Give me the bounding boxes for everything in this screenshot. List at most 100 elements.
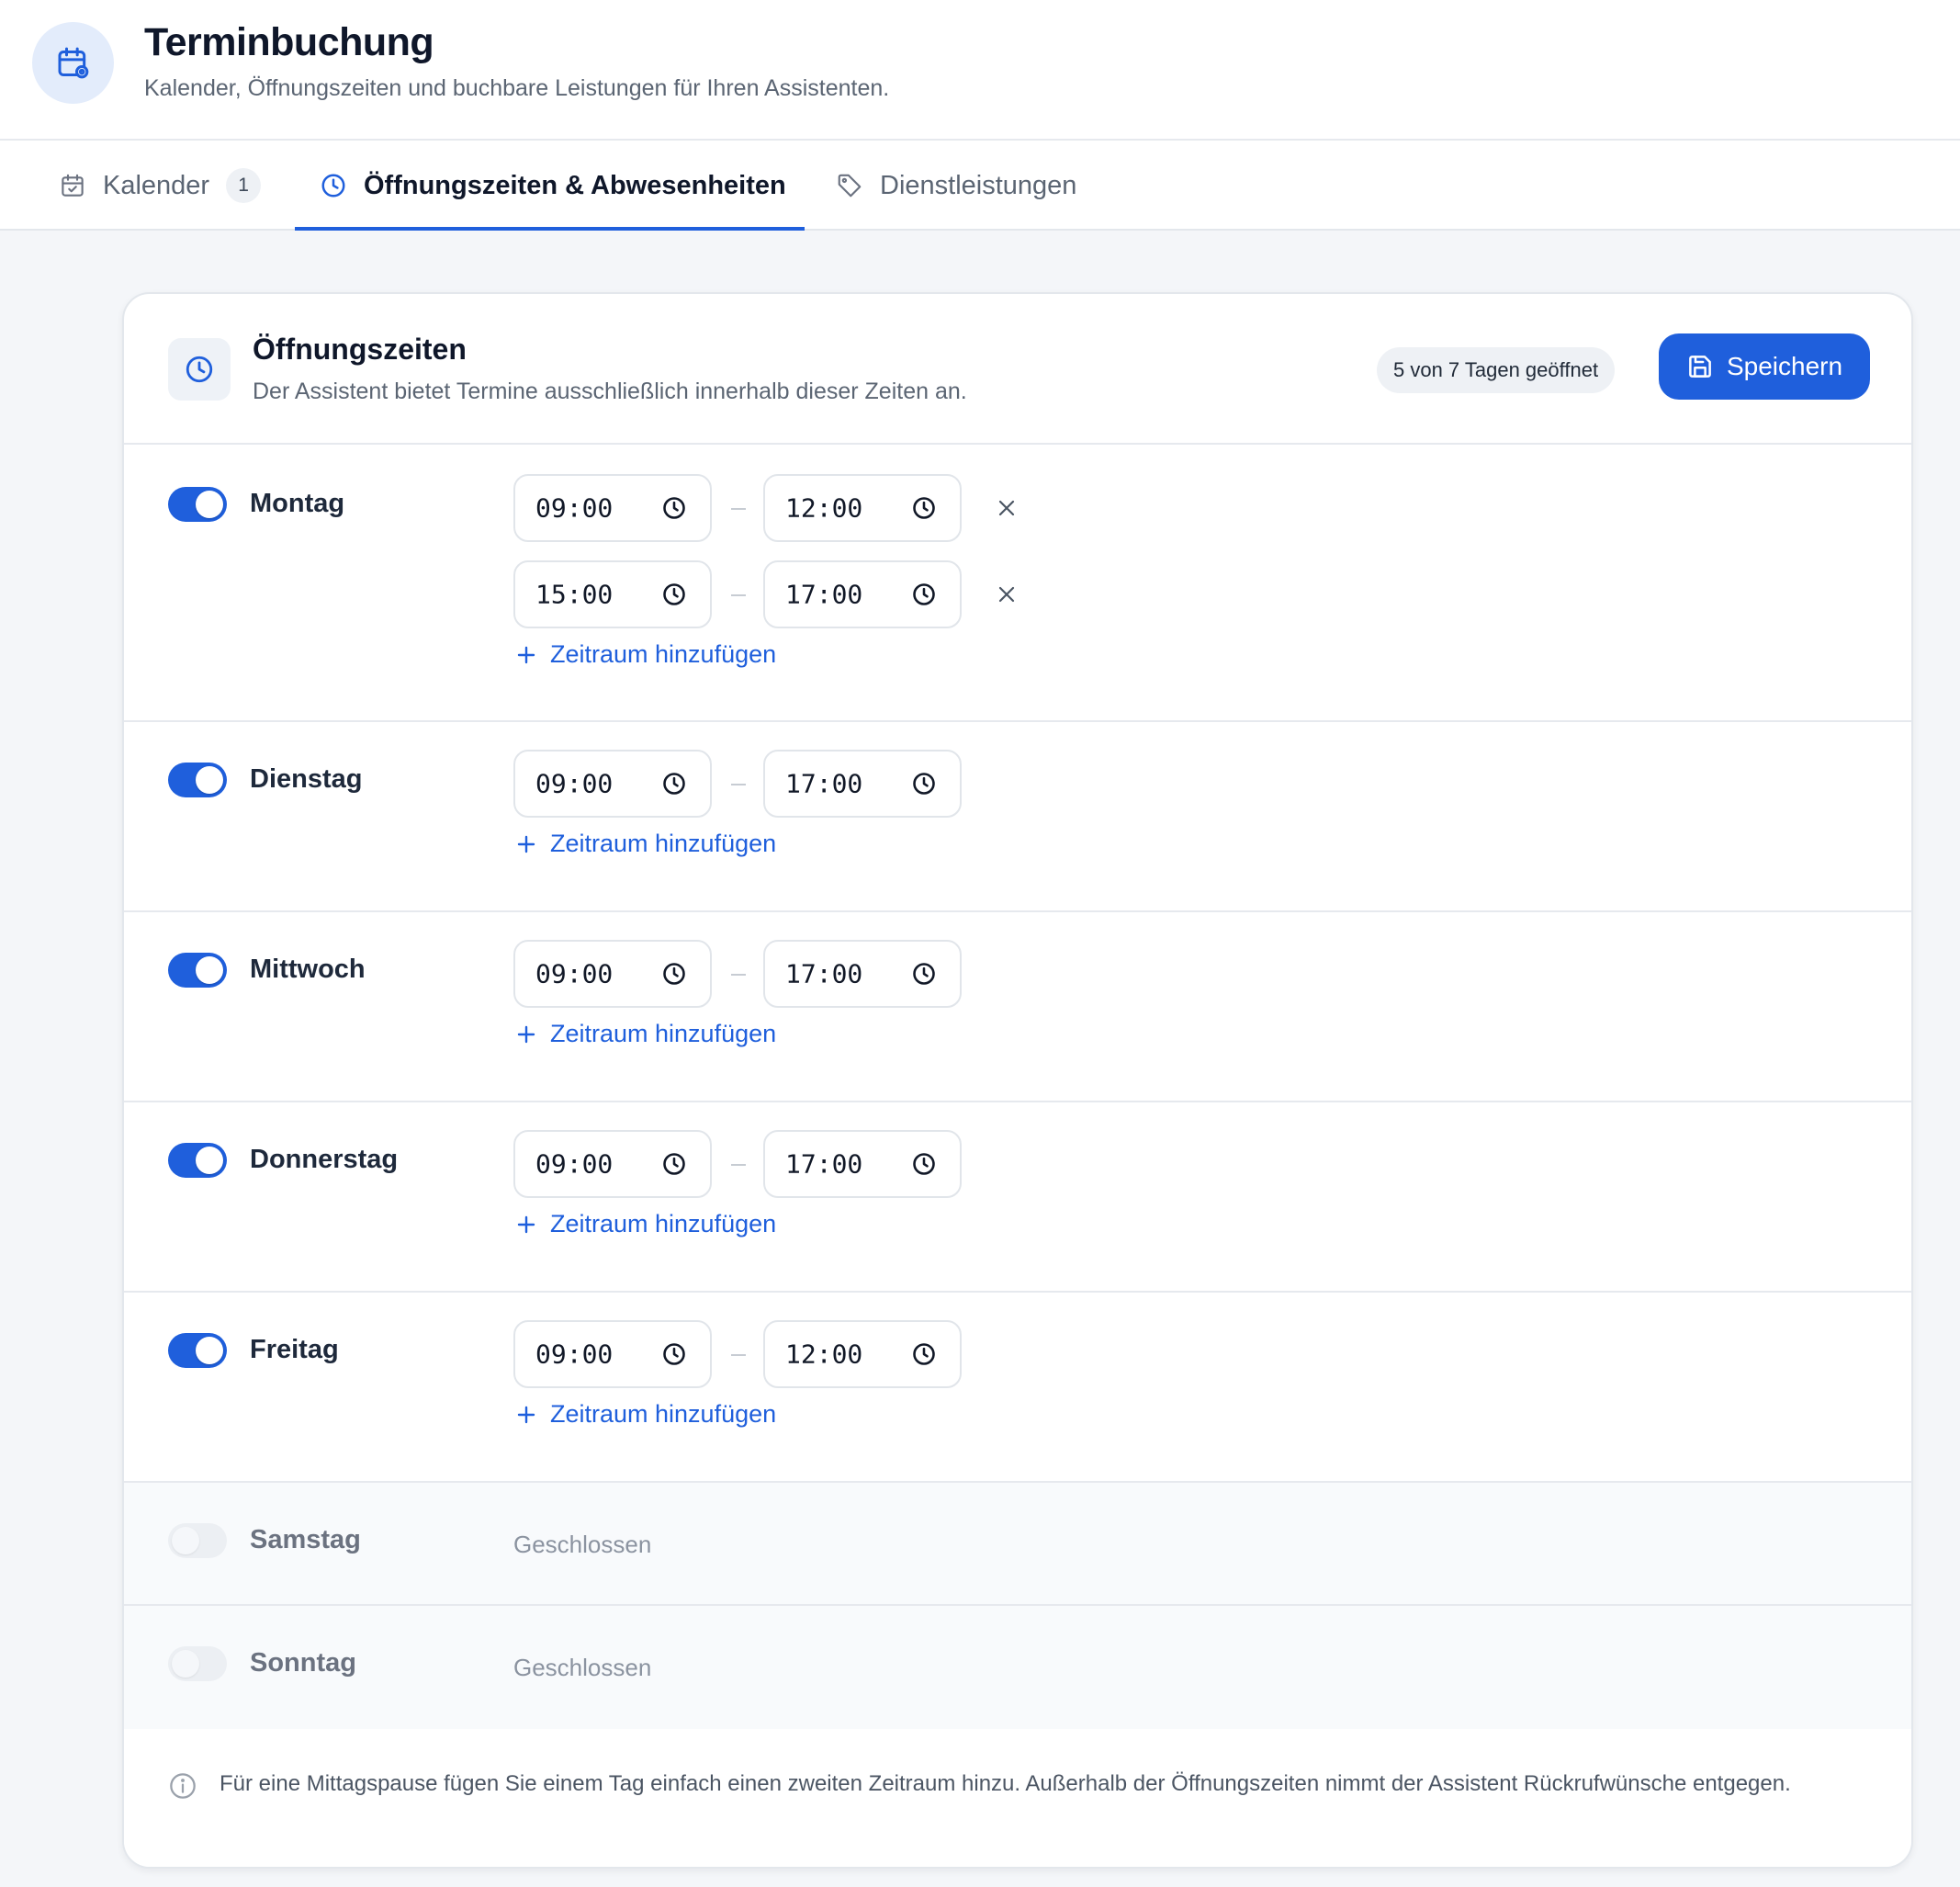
end-time-input[interactable]: 17:00 [763,1130,962,1198]
add-range-button[interactable]: Zeitraum hinzufügen [515,1020,776,1048]
save-button[interactable]: Speichern [1659,333,1870,400]
end-time-input[interactable]: 12:00 [763,474,962,542]
active-tab-indicator [295,227,805,231]
day-name: Montag [250,489,345,518]
day-toggle[interactable] [168,953,227,988]
tab-oeffnungszeiten[interactable]: Öffnungszeiten & Abwesenheiten [320,141,786,231]
calendar-cog-icon [32,22,114,104]
time-value: 17:00 [785,958,863,989]
day-row-donnerstag: Donnerstag 09:00 17:00 Zeitraum hinzufüg… [124,1102,1911,1293]
app-header: Terminbuchung Kalender, Öffnungszeiten u… [0,0,1960,141]
day-toggle[interactable] [168,1523,227,1558]
add-range-label: Zeitraum hinzufügen [550,1020,777,1047]
day-name: Dienstag [250,764,363,794]
clock-icon [320,172,347,199]
day-name: Mittwoch [250,955,366,984]
clock-icon [168,338,231,401]
start-time-input[interactable]: 09:00 [513,750,712,818]
day-toggle[interactable] [168,1646,227,1681]
end-time-input[interactable]: 17:00 [763,560,962,628]
page-subtitle: Kalender, Öffnungszeiten und buchbare Le… [144,75,890,101]
start-time-input[interactable]: 09:00 [513,474,712,542]
tab-label: Öffnungszeiten & Abwesenheiten [364,170,786,200]
day-row-dienstag: Dienstag 09:00 17:00 Zeitraum hinzufügen [124,722,1911,912]
add-range-button[interactable]: Zeitraum hinzufügen [515,1210,776,1238]
add-range-label: Zeitraum hinzufügen [550,1210,777,1237]
day-row-montag: Montag 09:00 12:00 15:00 17:00 Zeitraum … [124,445,1911,722]
opening-hours-card: Öffnungszeiten Der Assistent bietet Term… [122,292,1913,1869]
add-range-label: Zeitraum hinzufügen [550,1400,777,1428]
add-range-label: Zeitraum hinzufügen [550,640,777,668]
day-row-sonntag: Sonntag Geschlossen [124,1606,1911,1729]
calendar-icon [59,172,86,199]
day-name: Sonntag [250,1648,356,1678]
plus-icon [515,644,537,666]
end-time-input[interactable]: 17:00 [763,940,962,1008]
clock-icon [661,771,687,797]
day-name: Donnerstag [250,1145,399,1174]
add-range-button[interactable]: Zeitraum hinzufügen [515,830,776,858]
clock-icon [911,771,937,797]
day-toggle[interactable] [168,1143,227,1178]
plus-icon [515,1214,537,1236]
day-toggle[interactable] [168,1333,227,1368]
day-name: Samstag [250,1525,361,1554]
card-title: Öffnungszeiten [253,333,467,366]
end-time-input[interactable]: 17:00 [763,750,962,818]
time-value: 09:00 [535,1339,614,1370]
time-value: 17:00 [785,579,863,610]
range-separator [731,508,746,510]
add-range-label: Zeitraum hinzufügen [550,830,777,857]
time-value: 09:00 [535,1148,614,1180]
card-header: Öffnungszeiten Der Assistent bietet Term… [124,294,1911,445]
plus-icon [515,1404,537,1426]
clock-icon [911,1151,937,1177]
time-value: 15:00 [535,579,614,610]
range-separator [731,974,746,976]
clock-icon [661,1151,687,1177]
remove-range-button[interactable] [993,581,1020,608]
start-time-input[interactable]: 15:00 [513,560,712,628]
time-value: 09:00 [535,958,614,989]
tab-label: Dienstleistungen [880,170,1077,200]
add-range-button[interactable]: Zeitraum hinzufügen [515,1400,776,1429]
info-note: Für eine Mittagspause fügen Sie einem Ta… [124,1729,1911,1867]
clock-icon [911,495,937,521]
day-name: Freitag [250,1335,339,1364]
time-value: 12:00 [785,1339,863,1370]
plus-icon [515,833,537,855]
close-icon [996,583,1018,605]
tag-icon [836,172,863,199]
start-time-input[interactable]: 09:00 [513,940,712,1008]
save-button-label: Speichern [1726,352,1843,380]
clock-icon [911,1341,937,1367]
day-toggle[interactable] [168,763,227,797]
info-icon [168,1771,197,1801]
tab-count-badge: 1 [226,168,262,203]
page-title: Terminbuchung [144,20,434,64]
clock-icon [661,582,687,607]
day-row-freitag: Freitag 09:00 12:00 Zeitraum hinzufügen [124,1293,1911,1483]
range-separator [731,1354,746,1356]
plus-icon [515,1023,537,1045]
info-note-text: Für eine Mittagspause fügen Sie einem Ta… [220,1771,1791,1796]
start-time-input[interactable]: 09:00 [513,1130,712,1198]
day-toggle[interactable] [168,487,227,522]
remove-range-button[interactable] [993,494,1020,522]
clock-icon [661,961,687,987]
clock-icon [661,1341,687,1367]
add-range-button[interactable]: Zeitraum hinzufügen [515,640,776,669]
tab-bar: Kalender 1 Öffnungszeiten & Abwesenheite… [0,141,1960,231]
card-subtitle: Der Assistent bietet Termine ausschließl… [253,379,967,404]
range-separator [731,1164,746,1166]
save-icon [1686,353,1714,380]
end-time-input[interactable]: 12:00 [763,1320,962,1388]
tab-kalender[interactable]: Kalender 1 [59,141,262,231]
close-icon [996,497,1018,519]
tab-dienstleistungen[interactable]: Dienstleistungen [836,141,1076,231]
clock-icon [661,495,687,521]
time-value: 12:00 [785,492,863,524]
time-value: 17:00 [785,1148,863,1180]
time-value: 09:00 [535,492,614,524]
start-time-input[interactable]: 09:00 [513,1320,712,1388]
